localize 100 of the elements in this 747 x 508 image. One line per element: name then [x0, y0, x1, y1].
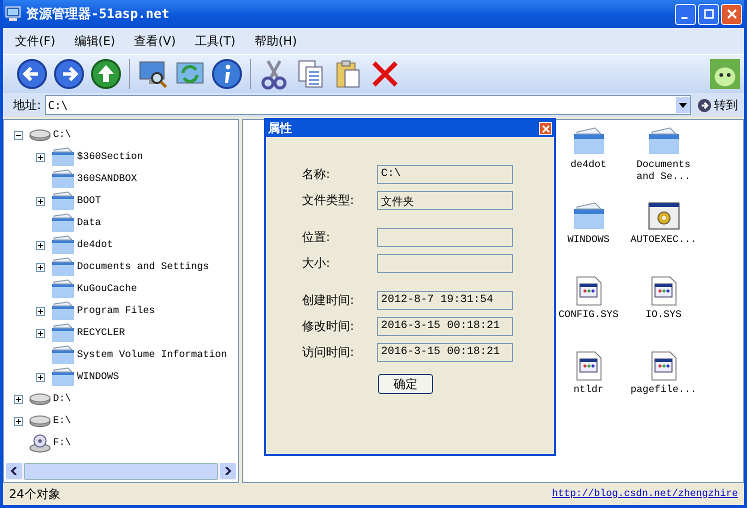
tree-item[interactable]: RECYCLER	[77, 328, 126, 338]
text-field[interactable]	[377, 228, 513, 247]
field-label: 访问时间:	[302, 344, 356, 361]
expand-toggle-icon[interactable]	[14, 394, 23, 404]
tree-item[interactable]: BOOT	[77, 196, 102, 206]
drive-icon	[29, 393, 51, 405]
tree-row[interactable]: Data	[14, 212, 238, 234]
folder-icon	[572, 201, 604, 231]
tree-item[interactable]: F:\	[53, 438, 72, 448]
scroll-thumb[interactable]	[24, 463, 218, 480]
tree-row[interactable]: KuGouCache	[14, 278, 238, 300]
field-label: 名称:	[302, 166, 332, 183]
tree-item[interactable]: WINDOWS	[77, 372, 120, 382]
folder-icon	[51, 169, 75, 189]
dialog-title: 属性	[268, 120, 292, 137]
tree-item[interactable]: $360Section	[77, 152, 144, 162]
text-field[interactable]: C:\	[377, 165, 513, 184]
expand-toggle-icon[interactable]	[36, 328, 45, 338]
blog-link[interactable]: http://blog.csdn.net/zhengzhire	[552, 488, 738, 500]
back-arrow-icon[interactable]	[15, 57, 49, 91]
drive-icon	[29, 129, 51, 141]
folder-icon	[51, 147, 75, 167]
close-icon	[542, 124, 550, 132]
expand-toggle-icon[interactable]	[14, 416, 23, 426]
field-label: 创建时间:	[302, 292, 356, 309]
expand-toggle-icon[interactable]	[36, 240, 45, 250]
folder-icon	[648, 126, 680, 156]
close-button[interactable]	[539, 122, 552, 135]
tree-item[interactable]: System Volume Information	[77, 350, 228, 360]
text-field[interactable]: 2016-3-15 00:18:21	[377, 343, 513, 362]
tree-item[interactable]: Documents and Settings	[77, 262, 210, 272]
file-name[interactable]: AUTOEXEC...	[626, 235, 701, 247]
tree-item[interactable]: 360SANDBOX	[77, 174, 138, 184]
text-field[interactable]: 2016-3-15 00:18:21	[377, 317, 513, 336]
collapse-toggle-icon[interactable]	[14, 130, 23, 140]
address-field[interactable]: C:\	[45, 95, 691, 115]
minimize-button[interactable]	[675, 4, 696, 24]
computer-icon	[5, 6, 21, 22]
expand-toggle-icon[interactable]	[36, 262, 45, 272]
tree-item[interactable]: C:\	[53, 130, 72, 140]
folder-icon	[51, 235, 75, 255]
file-name[interactable]: Documents and Se...	[626, 160, 701, 184]
folder-icon	[51, 191, 75, 211]
menu-item[interactable]: 工具(T)	[194, 32, 236, 50]
folder-icon	[51, 367, 75, 387]
folder-icon	[51, 257, 75, 277]
system-file-icon	[576, 276, 602, 306]
field-label: 大小:	[302, 255, 332, 272]
menu-item[interactable]: 查看(V)	[134, 32, 176, 50]
menu-item[interactable]: 编辑(E)	[74, 32, 116, 50]
tree-item[interactable]: E:\	[53, 416, 72, 426]
expand-toggle-icon[interactable]	[36, 372, 45, 382]
folder-icon	[51, 279, 75, 299]
minimize-icon	[680, 16, 688, 18]
tree-item[interactable]: de4dot	[77, 240, 114, 250]
field-label: 修改时间:	[302, 318, 356, 335]
system-file-icon	[650, 276, 676, 306]
maximize-icon	[704, 9, 714, 19]
expand-toggle-icon[interactable]	[36, 152, 45, 162]
cd-drive-icon	[29, 433, 51, 453]
file-name[interactable]: IO.SYS	[626, 310, 701, 322]
field-label: 文件类型:	[302, 192, 356, 209]
drive-icon	[29, 415, 51, 427]
folder-icon	[51, 301, 75, 321]
field-label: 位置:	[302, 229, 332, 246]
dropdown-caret-icon[interactable]	[676, 97, 690, 113]
tree-item[interactable]: D:\	[53, 394, 72, 404]
file-name[interactable]: pagefile...	[626, 385, 701, 397]
system-file-icon	[650, 351, 676, 381]
tree-row[interactable]: System Volume Information	[14, 344, 238, 366]
object-count: 24个对象	[9, 486, 60, 502]
scroll-right-icon[interactable]	[220, 463, 236, 479]
maximize-button[interactable]	[698, 4, 719, 24]
expand-toggle-icon[interactable]	[36, 306, 45, 316]
text-field[interactable]: 2012-8-7 19:31:54	[377, 291, 513, 310]
tree-row[interactable]: 360SANDBOX	[14, 168, 238, 190]
text-field[interactable]: 文件夹	[377, 191, 513, 210]
ok-button[interactable]: 确定	[378, 374, 433, 394]
tree-item[interactable]: KuGouCache	[77, 284, 138, 294]
horizontal-scrollbar[interactable]	[6, 463, 236, 480]
expand-toggle-icon[interactable]	[36, 196, 45, 206]
info-icon[interactable]	[210, 57, 244, 91]
tree-item[interactable]: Data	[77, 218, 102, 228]
go-button[interactable]: 转到	[695, 96, 740, 114]
folder-icon	[51, 323, 75, 343]
address-label: 地址:	[13, 96, 42, 114]
tree-row[interactable]: F:\	[14, 432, 238, 454]
scroll-left-icon[interactable]	[6, 463, 22, 479]
forward-arrow-icon[interactable]	[52, 57, 86, 91]
menu-item[interactable]: 帮助(H)	[254, 32, 297, 50]
tree-item[interactable]: Program Files	[77, 306, 156, 316]
mascot-icon	[710, 59, 740, 89]
up-arrow-icon[interactable]	[89, 57, 123, 91]
folder-icon	[572, 126, 604, 156]
menu-item[interactable]: 文件(F)	[15, 32, 56, 50]
close-button[interactable]	[721, 4, 742, 24]
window-title: 资源管理器-51asp.net	[26, 6, 170, 23]
folder-icon	[51, 213, 75, 233]
text-field[interactable]	[377, 254, 513, 273]
folder-icon	[51, 345, 75, 365]
